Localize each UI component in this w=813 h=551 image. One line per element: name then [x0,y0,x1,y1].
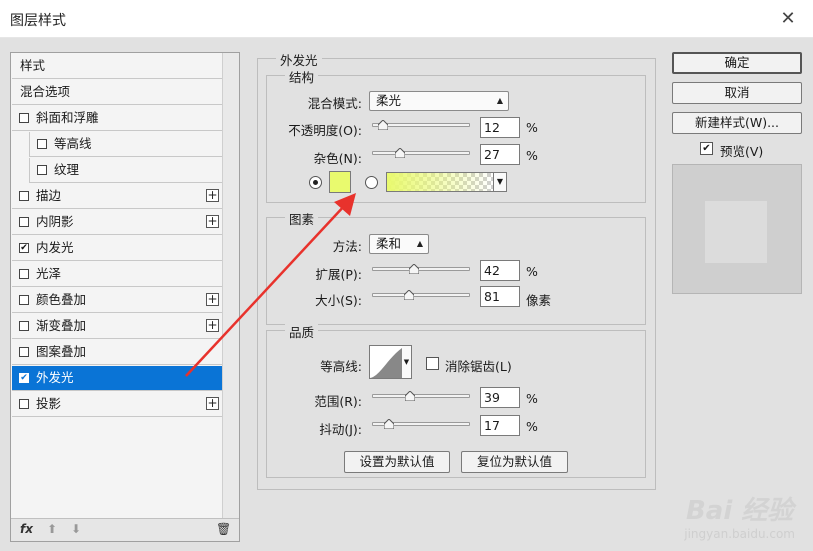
watermark: Bai 经验 jingyan.baidu.com [684,490,795,541]
watermark-url: jingyan.baidu.com [684,527,795,541]
close-icon[interactable]: ✕ [775,6,801,32]
title-bar: 图层样式 ✕ [0,0,813,38]
baidu-watermark-logo: Bai 经验 [685,496,794,526]
annotation-arrow [185,193,356,377]
layer-style-dialog: 样式 混合选项 斜面和浮雕 等高线 纹理 描边 + 内阴影 + ✔ 内发光 光泽 颜色叠加 + 渐变叠加 + 图… [0,38,813,551]
window-title: 图层样式 [10,13,66,29]
